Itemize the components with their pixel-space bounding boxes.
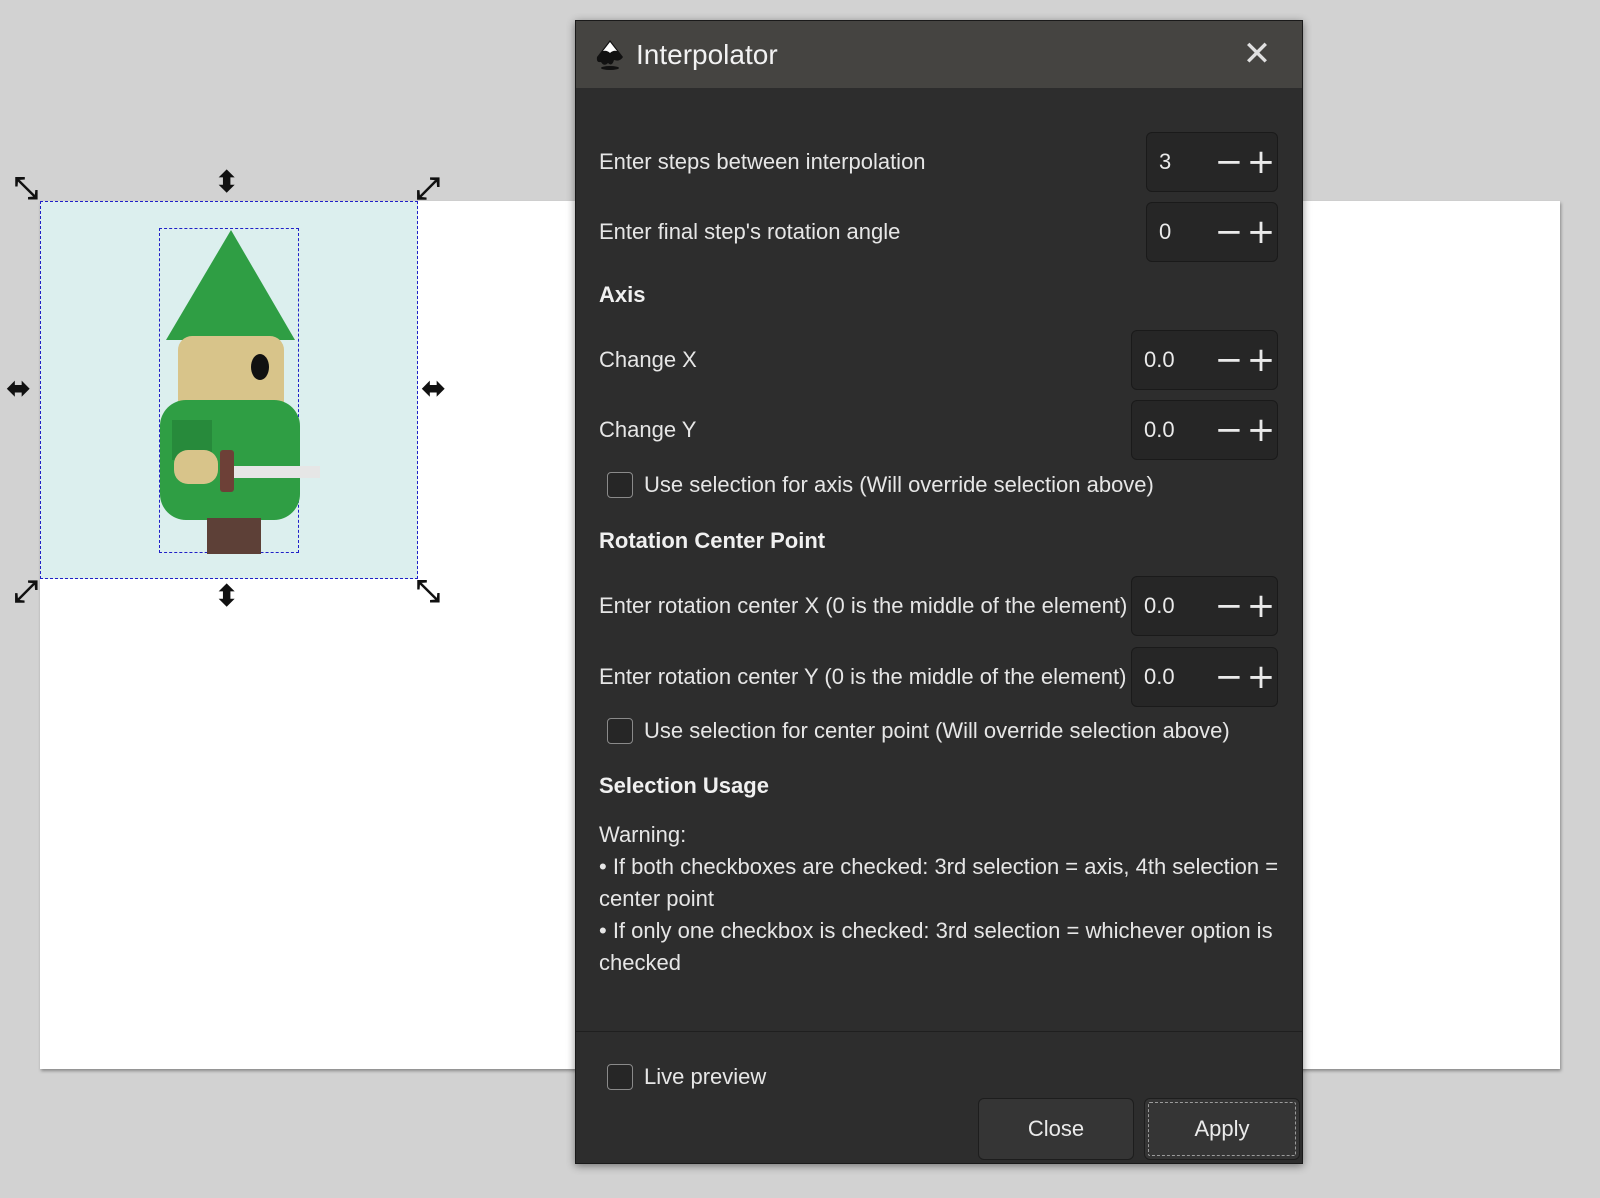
center-selection-label[interactable]: Use selection for center point (Will ove… [644, 718, 1230, 744]
steps-value[interactable]: 3 [1147, 149, 1213, 175]
gnome-drawing[interactable] [150, 220, 320, 560]
gnome-hand [174, 450, 218, 484]
dialog-titlebar[interactable]: Interpolator ✕ [576, 21, 1302, 88]
change-x-decrement-button[interactable]: − [1213, 340, 1245, 380]
center-x-spinbox[interactable]: 0.0 − + [1131, 576, 1278, 636]
gnome-sword [225, 466, 320, 478]
dialog-body: Enter steps between interpolation 3 − + … [576, 88, 1302, 1163]
resize-handle-top-left[interactable]: ⤡ [14, 174, 38, 204]
gnome-sword-hilt [220, 450, 234, 492]
warning-heading: Warning: [599, 822, 687, 847]
change-y-value[interactable]: 0.0 [1132, 417, 1213, 443]
change-y-label: Change Y [599, 417, 697, 442]
rotation-increment-button[interactable]: + [1245, 212, 1277, 252]
rotation-value[interactable]: 0 [1147, 219, 1213, 245]
axis-selection-checkbox[interactable] [607, 472, 633, 498]
center-y-row: Enter rotation center Y (0 is the middle… [599, 646, 1278, 708]
rotation-row: Enter final step's rotation angle 0 − + [599, 201, 1278, 263]
rotation-label: Enter final step's rotation angle [599, 219, 901, 244]
warning-line-one: • If only one checkbox is checked: 3rd s… [599, 918, 1273, 975]
inkscape-icon [596, 39, 623, 70]
center-x-row: Enter rotation center X (0 is the middle… [599, 575, 1278, 637]
change-x-value[interactable]: 0.0 [1132, 347, 1213, 373]
steps-row: Enter steps between interpolation 3 − + [599, 131, 1278, 193]
center-selection-checkbox[interactable] [607, 718, 633, 744]
steps-increment-button[interactable]: + [1245, 142, 1277, 182]
live-preview-checkbox[interactable] [607, 1064, 633, 1090]
change-y-decrement-button[interactable]: − [1213, 410, 1245, 450]
resize-handle-bottom-left[interactable]: ⤢ [14, 577, 38, 607]
resize-handle-top-right[interactable]: ⤢ [416, 174, 440, 204]
center-y-spinbox[interactable]: 0.0 − + [1131, 647, 1278, 707]
warning-line-both: • If both checkboxes are checked: 3rd se… [599, 854, 1279, 911]
center-x-decrement-button[interactable]: − [1213, 586, 1245, 626]
resize-handle-bottom[interactable]: ⬍ [214, 582, 239, 612]
center-selection-check-row[interactable]: Use selection for center point (Will ove… [607, 718, 1230, 744]
change-x-increment-button[interactable]: + [1245, 340, 1277, 380]
live-preview-check-row[interactable]: Live preview [607, 1064, 766, 1090]
center-y-increment-button[interactable]: + [1245, 657, 1277, 697]
apply-button[interactable]: Apply [1144, 1098, 1300, 1160]
interpolator-dialog: Interpolator ✕ Enter steps between inter… [575, 20, 1303, 1164]
resize-handle-right[interactable]: ⬌ [421, 374, 446, 404]
gnome-eye [251, 354, 269, 380]
axis-selection-check-row[interactable]: Use selection for axis (Will override se… [607, 472, 1154, 498]
change-x-label: Change X [599, 347, 697, 372]
rotation-center-heading: Rotation Center Point [599, 528, 826, 553]
resize-handle-left[interactable]: ⬌ [6, 374, 31, 404]
gnome-hat [166, 230, 295, 340]
change-y-increment-button[interactable]: + [1245, 410, 1277, 450]
selection-usage-warning: Warning: • If both checkboxes are checke… [599, 819, 1280, 979]
live-preview-label[interactable]: Live preview [644, 1064, 766, 1090]
footer-divider [576, 1031, 1302, 1032]
dialog-title: Interpolator [636, 38, 778, 70]
center-y-value[interactable]: 0.0 [1132, 664, 1213, 690]
rotation-decrement-button[interactable]: − [1213, 212, 1245, 252]
steps-decrement-button[interactable]: − [1213, 142, 1245, 182]
center-x-label: Enter rotation center X (0 is the middle… [599, 593, 1128, 618]
change-x-row: Change X 0.0 − + [599, 329, 1278, 391]
close-icon[interactable]: ✕ [1240, 37, 1274, 71]
center-y-label: Enter rotation center Y (0 is the middle… [599, 664, 1127, 689]
selection-usage-heading: Selection Usage [599, 773, 769, 798]
close-button[interactable]: Close [978, 1098, 1134, 1160]
center-y-decrement-button[interactable]: − [1213, 657, 1245, 697]
change-x-spinbox[interactable]: 0.0 − + [1131, 330, 1278, 390]
resize-handle-top[interactable]: ⬍ [214, 168, 239, 198]
center-x-increment-button[interactable]: + [1245, 586, 1277, 626]
change-y-row: Change Y 0.0 − + [599, 399, 1278, 461]
steps-label: Enter steps between interpolation [599, 149, 926, 174]
rotation-spinbox[interactable]: 0 − + [1146, 202, 1278, 262]
axis-selection-label[interactable]: Use selection for axis (Will override se… [644, 472, 1154, 498]
change-y-spinbox[interactable]: 0.0 − + [1131, 400, 1278, 460]
gnome-legs [207, 518, 261, 554]
center-x-value[interactable]: 0.0 [1132, 593, 1213, 619]
steps-spinbox[interactable]: 3 − + [1146, 132, 1278, 192]
resize-handle-bottom-right[interactable]: ⤡ [416, 577, 440, 607]
axis-heading: Axis [599, 282, 646, 307]
